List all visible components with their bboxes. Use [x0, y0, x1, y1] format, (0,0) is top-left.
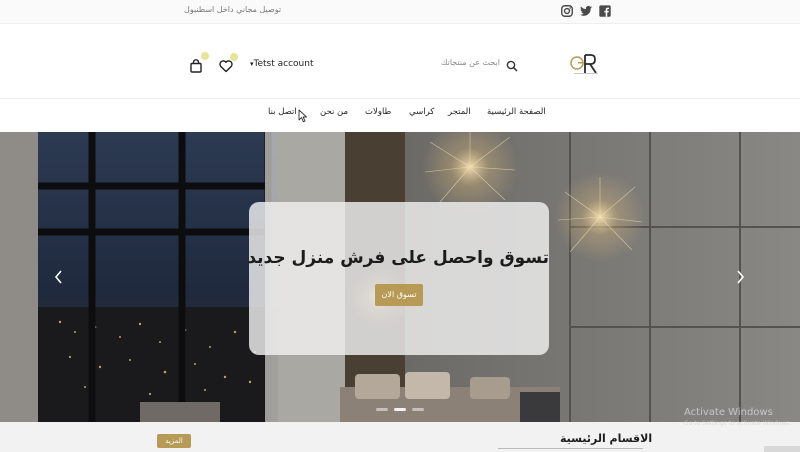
shipping-notice: توصيل مجاني داخل اسطنبول [184, 5, 282, 14]
slide-indicator[interactable] [412, 408, 424, 411]
instagram-icon[interactable] [560, 4, 574, 18]
page: توصيل مجاني داخل اسطنبول ابحث عن منتجاتك [0, 0, 800, 452]
categories-section: المزيد الاقسام الرئيسية [0, 422, 800, 452]
search-icon[interactable] [506, 57, 518, 72]
twitter-icon[interactable] [579, 4, 593, 18]
more-button[interactable]: المزيد [157, 434, 191, 448]
slider-indicators [372, 408, 428, 412]
account-label: Tetst account [253, 59, 314, 69]
nav-item-chairs[interactable]: كراسي [409, 107, 434, 117]
facebook-icon[interactable] [598, 4, 612, 18]
cart-icon[interactable] [188, 58, 204, 74]
cart-badge [201, 52, 209, 60]
nav-item-shop[interactable]: المتجر [448, 107, 471, 117]
slide-indicator-active[interactable] [394, 408, 406, 411]
account-menu[interactable]: ▾Tetst account [250, 59, 313, 69]
main-categories-title: الاقسام الرئيسية [560, 432, 653, 445]
mouse-cursor-icon [298, 108, 308, 123]
hero-overlay-card: تسوق واحصل على فرش منزل جديد تسوق الان [247, 202, 549, 355]
nav-item-tables[interactable]: طاولات [365, 107, 391, 117]
chevron-left-icon[interactable] [52, 268, 66, 286]
hero-slider: تسوق واحصل على فرش منزل جديد تسوق الان [0, 132, 800, 422]
nav-item-contact[interactable]: اتصل بنا [268, 107, 297, 117]
nav-item-about[interactable]: من نحن [320, 107, 348, 117]
main-nav: الصفحة الرئيسية المتجر كراسي طاولات من ن… [0, 99, 800, 132]
site-header: ابحث عن منتجاتك ▾Tetst account [0, 24, 800, 99]
hero-headline: تسوق واحصل على فرش منزل جديد [247, 248, 549, 268]
top-bar: توصيل مجاني داخل اسطنبول [0, 0, 800, 24]
shop-now-button[interactable]: تسوق الان [375, 284, 423, 306]
search-box[interactable]: ابحث عن منتجاتك [430, 54, 520, 74]
site-logo[interactable] [566, 51, 606, 77]
nav-item-home[interactable]: الصفحة الرئيسية [487, 107, 546, 117]
wishlist-badge [230, 53, 238, 61]
activate-windows-watermark: Activate Windows [684, 407, 773, 418]
slide-indicator[interactable] [376, 408, 388, 411]
search-input[interactable]: ابحث عن منتجاتك [441, 58, 500, 67]
activate-windows-subtext: Go to Settings to activate Windows. [684, 420, 792, 427]
video-timeline-bar [764, 446, 800, 452]
chevron-right-icon[interactable] [733, 268, 747, 286]
section-divider [498, 448, 643, 449]
